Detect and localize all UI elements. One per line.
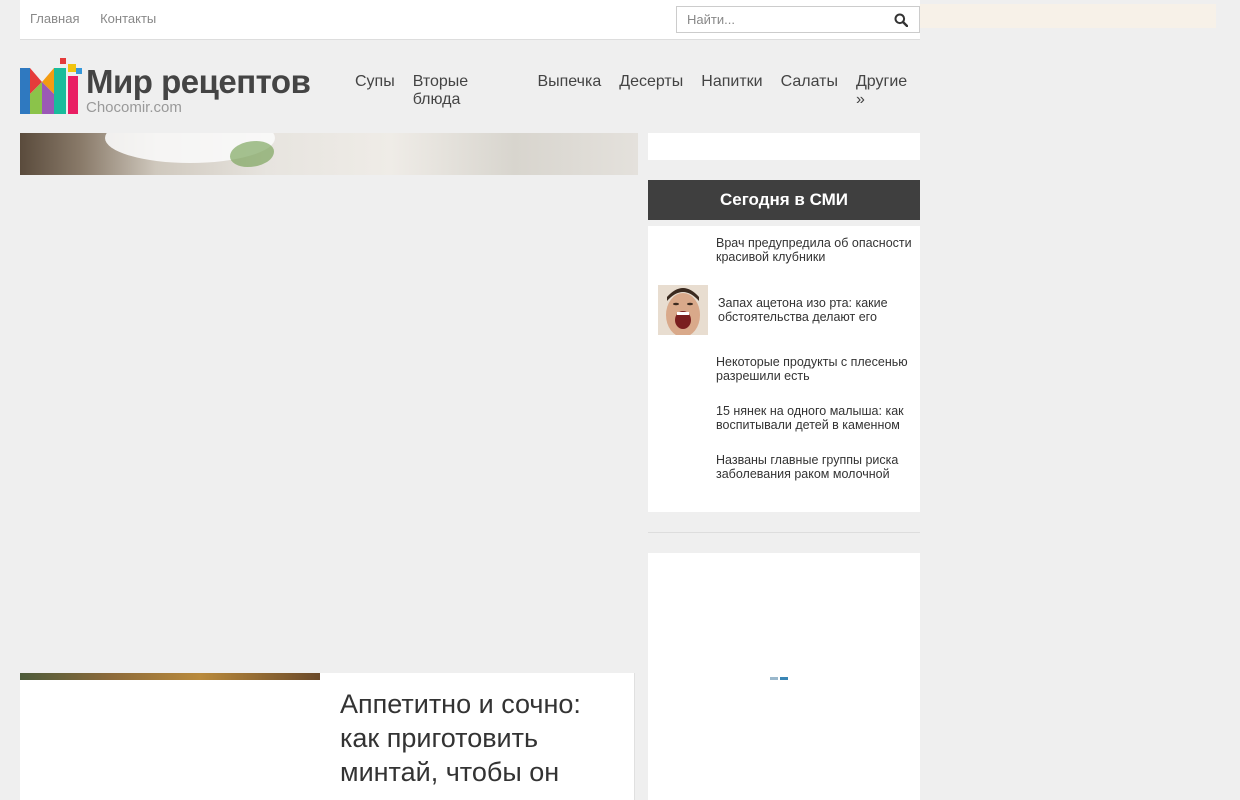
nav-item-other[interactable]: Другие » (856, 73, 920, 109)
article-card[interactable]: Аппетитно и сочно: как приготовить минта… (20, 673, 635, 800)
screaming-face-image (658, 285, 708, 335)
food-photo-strip (20, 673, 320, 680)
top-bar: Главная Контакты (20, 0, 920, 40)
nav-item-drinks[interactable]: Напитки (701, 73, 762, 109)
site-domain: Chocomir.com (86, 99, 182, 116)
nav-item-baking[interactable]: Выпечка (537, 73, 601, 109)
search-input[interactable] (677, 7, 877, 32)
site-title[interactable]: Мир рецептов (86, 63, 311, 101)
logo-icon[interactable] (20, 58, 82, 114)
top-link-contacts[interactable]: Контакты (100, 11, 156, 26)
site-header: Мир рецептов Chocomir.com Супы Вторые бл… (20, 40, 920, 133)
smi-widget: Врач предупредила об опасности красивой … (648, 226, 920, 512)
main-nav: Супы Вторые блюда Выпечка Десерты Напитк… (355, 73, 920, 109)
nav-item-desserts[interactable]: Десерты (619, 73, 683, 109)
smi-item[interactable]: Названы главные группы риска заболевания… (716, 453, 914, 481)
leaf-shape (230, 141, 274, 167)
smi-item-thumbnail[interactable] (658, 285, 708, 335)
nav-item-main-dishes[interactable]: Вторые блюда (413, 73, 520, 109)
hero-image[interactable] (20, 133, 638, 175)
smi-item[interactable]: 15 нянек на одного малыша: как воспитыва… (716, 404, 914, 432)
top-link-home[interactable]: Главная (30, 11, 79, 26)
smi-item[interactable]: Врач предупредила об опасности красивой … (716, 236, 914, 264)
sidebar-widget-top (648, 133, 920, 160)
article-title[interactable]: Аппетитно и сочно: как приготовить минта… (340, 687, 620, 789)
search-icon (894, 13, 908, 27)
right-ad-strip (920, 4, 1216, 28)
search-button[interactable] (883, 7, 919, 32)
sidebar-divider (648, 532, 920, 533)
nav-item-soups[interactable]: Супы (355, 73, 395, 109)
top-links: Главная Контакты (30, 11, 173, 26)
article-image[interactable] (20, 673, 320, 800)
smi-widget-title: Сегодня в СМИ (648, 180, 920, 220)
search-box (676, 6, 920, 33)
nav-item-salads[interactable]: Салаты (781, 73, 838, 109)
smi-item[interactable]: Некоторые продукты с плесенью разрешили … (716, 355, 914, 383)
smi-item[interactable]: Запах ацетона изо рта: какие обстоятельс… (718, 296, 916, 324)
loading-indicator (770, 677, 788, 680)
sidebar-ad (648, 553, 920, 800)
